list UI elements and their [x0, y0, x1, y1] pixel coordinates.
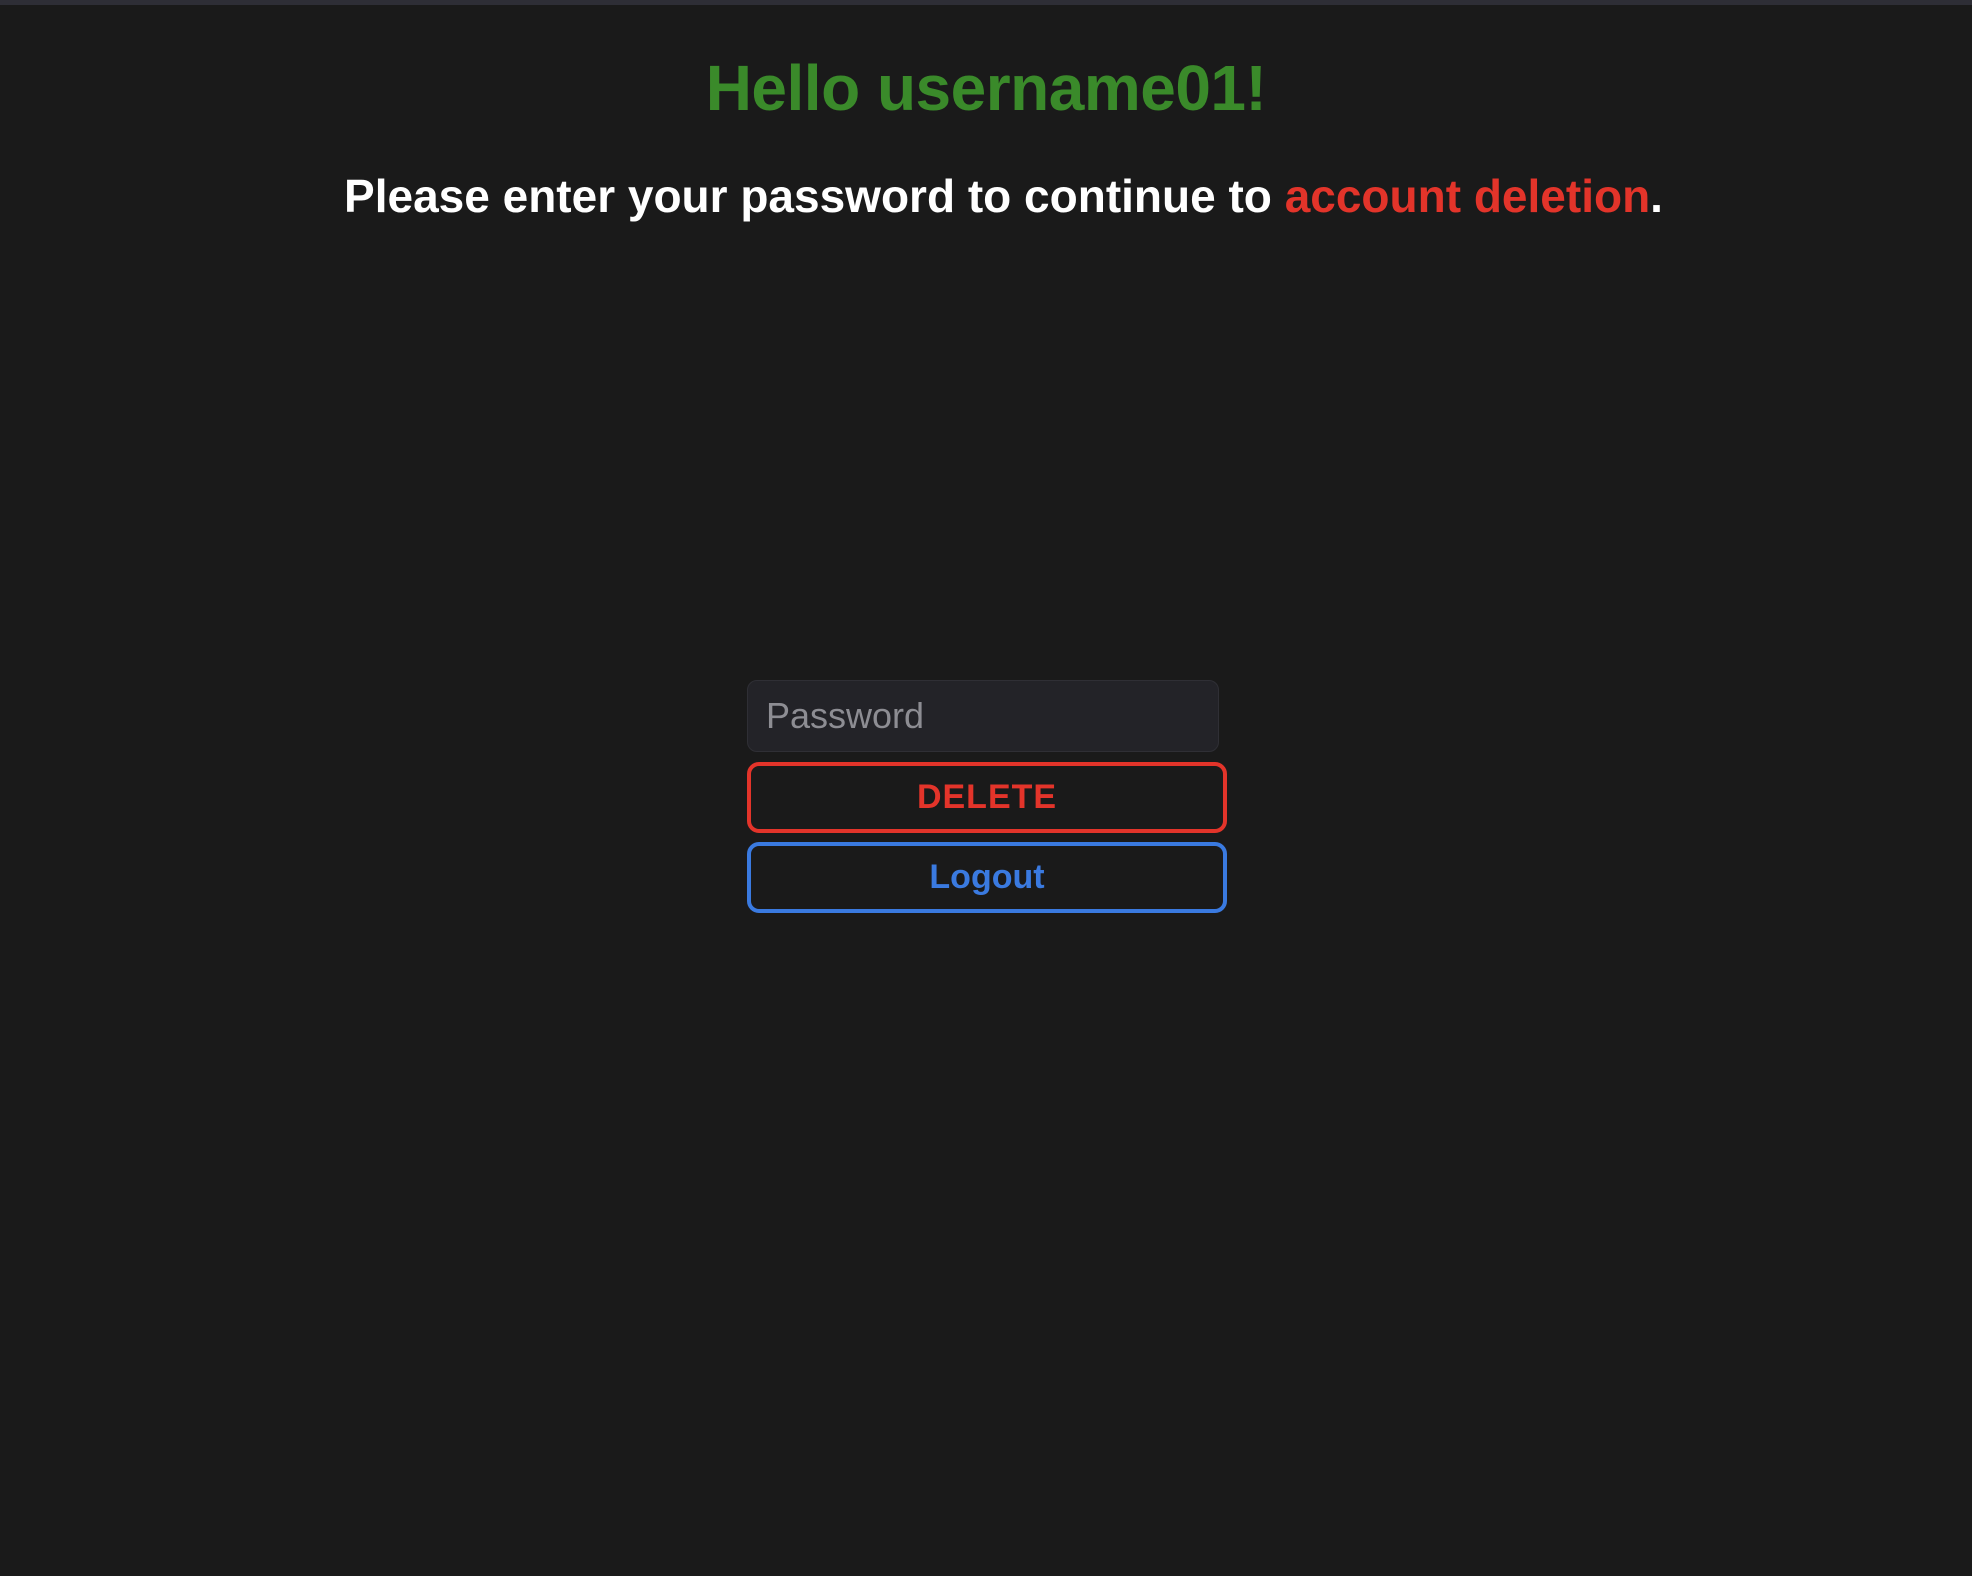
password-form: DELETE Logout	[747, 680, 1227, 913]
greeting-heading: Hello username01!	[705, 52, 1267, 124]
instruction-prefix: Please enter your password to continue t…	[344, 170, 1285, 222]
instruction-suffix: .	[1650, 170, 1663, 222]
logout-button[interactable]: Logout	[747, 842, 1227, 913]
window-top-border	[0, 0, 1972, 5]
delete-button[interactable]: DELETE	[747, 762, 1227, 833]
instruction-heading: Please enter your password to continue t…	[0, 168, 1972, 224]
account-deletion-page: Hello username01! Please enter your pass…	[0, 0, 1972, 1576]
password-input[interactable]	[747, 680, 1219, 752]
instruction-highlight: account deletion	[1284, 170, 1651, 222]
